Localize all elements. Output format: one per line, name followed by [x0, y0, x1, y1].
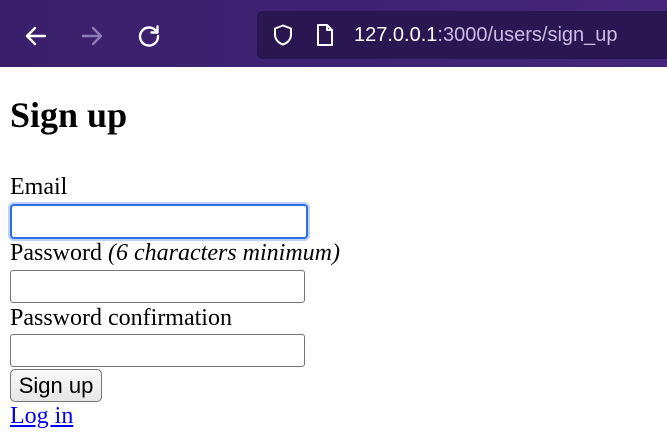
url-host: 127.0.0.1	[354, 24, 438, 46]
arrow-right-icon	[81, 26, 103, 46]
sign-up-button[interactable]: Sign up	[10, 369, 102, 402]
address-bar[interactable]: 127.0.0.1:3000/users/sign_up	[257, 11, 667, 59]
email-field[interactable]	[10, 204, 308, 239]
page-content: Sign up Email Password (6 characters min…	[0, 67, 667, 441]
back-button[interactable]	[22, 22, 50, 50]
log-in-link[interactable]: Log in	[10, 402, 73, 430]
password-hint: (6 characters minimum)	[108, 240, 340, 266]
url-path: :3000/users/sign_up	[437, 24, 618, 46]
shield-icon[interactable]	[271, 23, 295, 47]
forward-button[interactable]	[78, 22, 106, 50]
url-text[interactable]: 127.0.0.1:3000/users/sign_up	[354, 23, 618, 47]
password-confirmation-field[interactable]	[10, 334, 305, 367]
page-title: Sign up	[10, 95, 128, 135]
page-icon[interactable]	[315, 23, 335, 47]
reload-icon	[138, 25, 160, 47]
password-label-text: Password	[10, 240, 103, 266]
password-label: Password (6 characters minimum)	[10, 239, 340, 267]
arrow-left-icon	[25, 26, 47, 46]
reload-button[interactable]	[135, 22, 163, 50]
password-confirmation-label: Password confirmation	[10, 305, 232, 331]
password-field[interactable]	[10, 270, 305, 303]
email-label: Email	[10, 174, 68, 200]
browser-toolbar: 127.0.0.1:3000/users/sign_up	[0, 0, 667, 67]
